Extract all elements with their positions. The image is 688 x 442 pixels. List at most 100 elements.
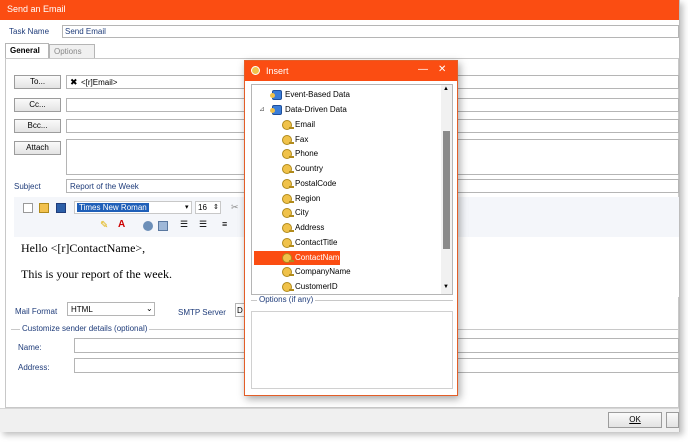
tree-item-contacttitle[interactable]: ContactTitle — [282, 236, 337, 250]
insert-title: Insert — [266, 66, 289, 76]
options-legend: Options (if any) — [257, 295, 316, 304]
tree-rows: Event-Based Data ⊿ Data-Driven Data Email Fa… — [252, 85, 440, 294]
font-name-select[interactable]: Times New Roman ▾ — [74, 201, 192, 214]
to-value: <[r]Email> — [81, 78, 118, 87]
tree-item-customerid[interactable]: CustomerID — [282, 280, 338, 294]
scroll-thumb[interactable] — [443, 131, 450, 249]
tree-item-fax[interactable]: Fax — [282, 133, 308, 147]
tree-item-country[interactable]: Country — [282, 162, 323, 176]
insert-link-icon[interactable] — [143, 221, 153, 231]
key-icon — [282, 207, 294, 218]
chevron-down-icon: ▾ — [185, 204, 189, 211]
tree-scrollbar[interactable]: ▲ ▼ — [441, 85, 452, 294]
tab-general-label: General — [10, 46, 40, 55]
tree-item-companyname[interactable]: CompanyName — [282, 265, 351, 279]
task-name-field[interactable]: Send Email — [62, 25, 679, 38]
font-size-select[interactable]: 16 ⇕ — [195, 201, 221, 214]
new-document-icon[interactable] — [23, 203, 33, 213]
data-source-icon — [270, 104, 282, 115]
key-icon — [282, 237, 294, 248]
bcc-button[interactable]: Bcc... — [14, 119, 61, 133]
minimize-button[interactable]: — — [418, 64, 428, 75]
mail-format-select[interactable]: HTML ⌄ — [67, 302, 155, 316]
smtp-server-label: SMTP Server — [178, 308, 226, 317]
insert-title-bar: Insert — ✕ — [245, 61, 457, 81]
tree-item-city[interactable]: City — [282, 206, 309, 220]
key-icon — [282, 266, 294, 277]
scroll-down-icon[interactable]: ▼ — [443, 284, 449, 290]
key-icon — [282, 178, 294, 189]
button-bar — [0, 408, 679, 432]
sender-name-label: Name: — [18, 343, 42, 352]
font-name-value: Times New Roman — [77, 203, 149, 212]
cc-button[interactable]: Cc... — [14, 98, 61, 112]
tree-item-label: Email — [295, 120, 316, 129]
close-button[interactable]: ✕ — [438, 64, 446, 75]
tree-item-label: ContactName — [295, 253, 344, 262]
body-line-1: Hello <[r]ContactName>, — [21, 241, 146, 255]
field-tree[interactable]: Event-Based Data ⊿ Data-Driven Data Email Fa… — [251, 84, 453, 295]
tree-item-label: City — [295, 208, 309, 217]
subject-label: Subject — [14, 182, 41, 191]
insert-image-icon[interactable] — [158, 221, 168, 231]
tab-options[interactable]: Options — [49, 44, 95, 58]
tree-item-label: Fax — [295, 135, 309, 144]
key-icon — [282, 134, 294, 145]
tree-item-data-driven data[interactable]: ⊿ Data-Driven Data — [259, 103, 347, 117]
tree-item-label: ContactTitle — [295, 238, 338, 247]
mail-format-value: HTML — [71, 305, 93, 314]
tree-item-label: Event-Based Data — [285, 90, 350, 99]
spin-icon: ⇕ — [213, 204, 219, 211]
font-size-value: 16 — [198, 203, 207, 212]
save-icon[interactable] — [56, 203, 66, 213]
options-field[interactable] — [251, 311, 453, 389]
key-icon — [282, 148, 294, 159]
tree-item-label: PostalCode — [295, 179, 337, 188]
tree-item-label: Region — [295, 194, 321, 203]
tree-item-region[interactable]: Region — [282, 192, 320, 206]
key-icon — [282, 163, 294, 174]
align-left-icon[interactable]: ≡ — [222, 219, 227, 229]
to-button[interactable]: To... — [14, 75, 61, 89]
tab-general[interactable]: General — [5, 43, 49, 58]
cancel-button[interactable] — [666, 412, 679, 428]
tree-item-label: CustomerID — [295, 282, 338, 291]
bullet-list-icon[interactable]: ☰ — [199, 219, 207, 230]
key-icon — [282, 119, 294, 130]
chevron-down-icon: ⌄ — [146, 304, 153, 313]
title-bar: Send an Email — [0, 0, 679, 20]
data-source-icon — [270, 89, 282, 100]
tree-item-address[interactable]: Address — [282, 221, 324, 235]
tree-item-phone[interactable]: Phone — [282, 147, 318, 161]
key-icon — [282, 281, 294, 292]
sender-group-legend: Customize sender details (optional) — [20, 324, 150, 333]
mail-format-label: Mail Format — [15, 307, 58, 316]
tree-item-email[interactable]: Email — [282, 118, 315, 132]
expander-icon[interactable]: ⊿ — [259, 103, 265, 117]
body-line-2: This is your report of the week. — [21, 267, 172, 281]
subject-value: Report of the Week — [70, 182, 139, 191]
open-folder-icon[interactable] — [39, 203, 49, 213]
cut-icon[interactable]: ✂ — [231, 202, 239, 213]
task-name-label: Task Name — [9, 27, 50, 36]
tree-item-label: Address — [295, 223, 325, 232]
tree-item-postalcode[interactable]: PostalCode — [282, 177, 336, 191]
tree-item-label: Country — [295, 164, 324, 173]
highlight-icon[interactable]: ✎ — [100, 220, 108, 231]
tree-item-label: CompanyName — [295, 267, 351, 276]
smtp-server-value: D — [237, 306, 243, 315]
attach-button[interactable]: Attach — [14, 141, 61, 155]
scroll-up-icon[interactable]: ▲ — [443, 86, 449, 92]
font-color-icon[interactable]: A — [118, 219, 125, 230]
sender-address-label: Address: — [18, 363, 50, 372]
numbered-list-icon[interactable]: ☰ — [180, 219, 188, 230]
remove-recipient-icon[interactable]: ✖ — [70, 77, 78, 88]
key-icon — [282, 193, 294, 204]
tree-item-contactname[interactable]: ContactName — [254, 251, 344, 265]
ok-button[interactable]: OK — [608, 412, 662, 428]
tree-item-event-based data[interactable]: Event-Based Data — [270, 88, 350, 102]
tree-item-label: Phone — [295, 149, 319, 158]
tab-options-label: Options — [54, 47, 82, 56]
tree-item-label: Data-Driven Data — [285, 105, 347, 114]
window-title: Send an Email — [7, 4, 66, 14]
